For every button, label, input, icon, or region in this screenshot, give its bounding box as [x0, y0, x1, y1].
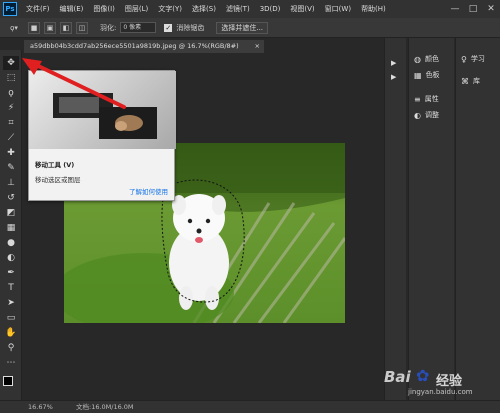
magic-wand-icon[interactable]: ⚡	[3, 101, 19, 115]
panel-properties[interactable]: ≡ 属性	[414, 92, 439, 106]
intersect-selection-icon[interactable]: ◫	[76, 21, 88, 34]
photoshop-logo: Ps	[3, 2, 17, 16]
foreground-color[interactable]	[3, 376, 13, 386]
document-size: 文档:16.0M/16.0M	[76, 403, 134, 411]
gradient-icon[interactable]: ▦	[3, 221, 19, 235]
panel-swatches-label: 色板	[425, 71, 440, 79]
shape-icon[interactable]: ▭	[3, 311, 19, 325]
lasso-icon[interactable]: ϙ	[3, 86, 19, 100]
close-button[interactable]: ✕	[482, 0, 500, 18]
document-tab[interactable]: a59dbb04b3cdd7ab256ece5501a9819b.jpeg @ …	[24, 40, 264, 53]
panel-swatches[interactable]: ▦ 色板	[414, 68, 440, 82]
dodge-icon[interactable]: ◐	[3, 251, 19, 265]
panel-color[interactable]: ◍ 颜色	[414, 52, 439, 66]
color-icon: ◍	[414, 54, 421, 64]
feather-input[interactable]: 0 像素	[120, 22, 157, 33]
menu-file[interactable]: 文件(F)	[21, 4, 55, 14]
eraser-icon[interactable]: ◩	[3, 206, 19, 220]
feather-label: 羽化:	[100, 23, 117, 32]
eyedropper-icon[interactable]: ⟋	[3, 131, 19, 145]
panel-color-label: 颜色	[424, 55, 439, 63]
options-bar: ϙ▾ ■ ▣ ◧ ◫ 羽化: 0 像素 ✓ 消除锯齿 选择并遮住...	[0, 18, 500, 38]
brush-icon[interactable]: ✎	[3, 161, 19, 175]
menu-image[interactable]: 图像(I)	[88, 4, 120, 14]
baidu-brand: Bai	[384, 368, 411, 386]
baidu-watermark: Bai ✿ 经验 jingyan.baidu.com	[378, 366, 498, 400]
panel-adjustments[interactable]: ◐ 调整	[414, 108, 439, 122]
panel-adjustments-label: 调整	[424, 111, 439, 119]
menu-3d[interactable]: 3D(D)	[255, 5, 286, 13]
status-bar: 16.67% 文档:16.0M/16.0M	[0, 400, 500, 413]
maximize-button[interactable]: □	[464, 0, 482, 18]
panel-learn[interactable]: ♀ 学习	[461, 52, 485, 66]
new-selection-icon[interactable]: ■	[28, 21, 40, 34]
panel-learn-label: 学习	[470, 55, 485, 63]
healing-brush-icon[interactable]: ✚	[3, 146, 19, 160]
color-swatches[interactable]	[3, 376, 19, 392]
path-selection-icon[interactable]: ➤	[3, 296, 19, 310]
zoom-level[interactable]: 16.67%	[28, 401, 53, 413]
marquee-icon[interactable]: ⬚	[3, 71, 19, 85]
properties-icon: ≡	[414, 94, 421, 104]
lasso-preset-icon[interactable]: ϙ▾	[4, 22, 24, 34]
menu-layer[interactable]: 图层(L)	[120, 4, 153, 14]
panel-libraries-label: 库	[473, 77, 480, 85]
play-icon-2[interactable]: ▶	[391, 70, 396, 84]
tooltip-description: 移动选区或图层	[35, 176, 81, 184]
type-icon[interactable]: T	[3, 281, 19, 295]
clone-stamp-icon[interactable]: ⊥	[3, 176, 19, 190]
add-selection-icon[interactable]: ▣	[44, 21, 56, 34]
history-brush-icon[interactable]: ↺	[3, 191, 19, 205]
antialias-label: 消除锯齿	[176, 23, 205, 32]
menu-select[interactable]: 选择(S)	[187, 4, 221, 14]
pen-icon[interactable]: ✒	[3, 266, 19, 280]
libraries-icon: ⌘	[461, 76, 469, 86]
antialias-checkbox[interactable]: ✓	[164, 23, 173, 32]
blur-icon[interactable]: ●	[3, 236, 19, 250]
panel-dock-col2: ♀ 学习 ⌘ 库	[455, 38, 500, 400]
move-icon[interactable]: ✥	[3, 56, 19, 70]
panel-collapse-strip: ▶ ▶	[384, 38, 406, 400]
baidu-url: jingyan.baidu.com	[408, 388, 473, 396]
tooltip-title: 移动工具 (V)	[35, 161, 75, 169]
menu-edit[interactable]: 编辑(E)	[55, 4, 89, 14]
menu-help[interactable]: 帮助(H)	[356, 4, 391, 14]
menu-type[interactable]: 文字(Y)	[153, 4, 187, 14]
menu-filter[interactable]: 滤镜(T)	[221, 4, 255, 14]
play-icon[interactable]: ▶	[391, 56, 396, 70]
document-title: a59dbb04b3cdd7ab256ece5501a9819b.jpeg @ …	[30, 42, 239, 50]
panel-libraries[interactable]: ⌘ 库	[461, 74, 480, 88]
crop-icon[interactable]: ⌗	[3, 116, 19, 130]
minimize-button[interactable]: —	[446, 0, 464, 18]
menu-bar: Ps 文件(F) 编辑(E) 图像(I) 图层(L) 文字(Y) 选择(S) 滤…	[0, 0, 500, 18]
panel-dock-col1: ◍ 颜色 ▦ 色板 ≡ 属性 ◐ 调整	[408, 38, 454, 400]
menu-view[interactable]: 视图(V)	[285, 4, 319, 14]
menu-window[interactable]: 窗口(W)	[320, 4, 356, 14]
learn-how-link[interactable]: 了解如何使用	[129, 186, 168, 196]
swatches-icon: ▦	[414, 70, 422, 80]
close-tab-icon[interactable]: ×	[255, 40, 260, 53]
hand-icon[interactable]: ✋	[3, 326, 19, 340]
baidu-brand-suffix: 经验	[436, 374, 463, 389]
panel-properties-label: 属性	[424, 95, 439, 103]
adjustments-icon: ◐	[414, 110, 421, 120]
subtract-selection-icon[interactable]: ◧	[60, 21, 72, 34]
paw-icon: ✿	[416, 366, 430, 385]
lightbulb-icon: ♀	[461, 54, 467, 64]
zoom-icon[interactable]: ⚲	[3, 341, 19, 355]
red-arrow-annotation	[22, 58, 126, 109]
more-tools-icon[interactable]: ⋯	[3, 356, 19, 370]
select-and-mask-button[interactable]: 选择并遮住...	[216, 21, 269, 34]
